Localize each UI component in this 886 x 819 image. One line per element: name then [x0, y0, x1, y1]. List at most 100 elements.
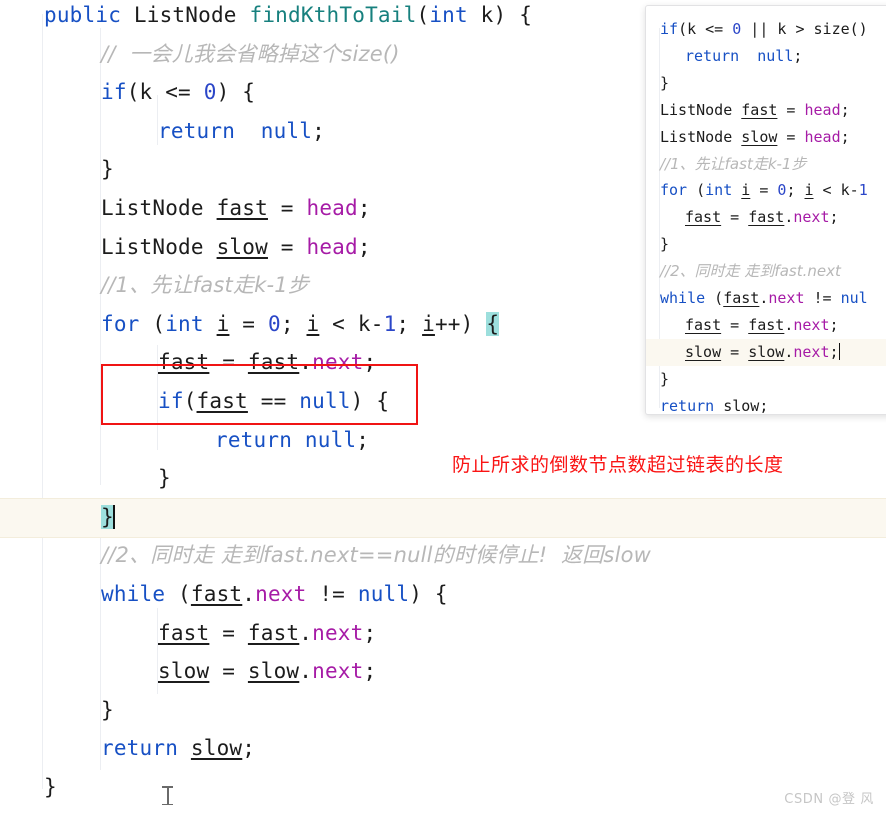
- code-line[interactable]: }: [0, 768, 886, 806]
- code-token: ;: [396, 311, 423, 336]
- code-token: ListNode: [660, 127, 742, 146]
- code-token: fast: [158, 620, 210, 645]
- code-token: i: [216, 311, 230, 336]
- code-token: return: [685, 46, 740, 65]
- code-token: (: [139, 311, 166, 336]
- code-token: ListNode: [101, 234, 217, 259]
- code-token: 1: [383, 311, 397, 336]
- code-token: for: [660, 181, 688, 200]
- code-token: return: [660, 396, 715, 415]
- code-line[interactable]: if(k <= 0 || k > size(): [646, 16, 886, 43]
- code-token: next: [768, 289, 805, 307]
- code-token: for: [101, 311, 140, 336]
- code-line[interactable]: for (int i = 0; i < k-1: [646, 177, 886, 204]
- code-line[interactable]: //2、同时走 走到fast.next: [646, 258, 886, 285]
- code-token: if: [101, 80, 127, 105]
- code-token: findKthToTail: [249, 3, 417, 27]
- code-token: || k > size(): [741, 20, 868, 38]
- code-token: i: [741, 181, 751, 200]
- code-line[interactable]: }: [646, 70, 886, 97]
- code-line[interactable]: fast = fast.next;: [646, 204, 886, 231]
- code-line[interactable]: //1、先让fast走k-1步: [646, 151, 886, 178]
- code-token: ;: [356, 427, 370, 452]
- code-token: =: [721, 315, 749, 334]
- csdn-watermark: CSDN @登 风: [784, 792, 874, 807]
- code-token: return: [101, 736, 179, 761]
- code-token: .: [299, 620, 313, 645]
- code-token: ;: [312, 118, 325, 143]
- code-line[interactable]: fast = fast.next;: [646, 312, 886, 339]
- code-token: ++): [434, 311, 487, 336]
- code-token: int: [705, 181, 733, 200]
- code-token: //1、先让fast走k-1步: [101, 273, 310, 298]
- code-token: }: [101, 697, 114, 722]
- code-line[interactable]: //2、同时走 走到fast.next==null的时候停止! 返回slow: [0, 536, 886, 574]
- code-line[interactable]: }: [646, 231, 886, 258]
- code-line[interactable]: }: [646, 366, 886, 393]
- code-token: if: [660, 20, 679, 38]
- code-token: fast: [685, 208, 722, 227]
- code-line[interactable]: ListNode fast = head;: [646, 97, 886, 124]
- code-token: =: [721, 208, 749, 227]
- code-token: public: [44, 3, 122, 27]
- code-token: (k <=: [678, 20, 733, 38]
- code-token: ;: [242, 736, 256, 761]
- code-line[interactable]: fast = fast.next;: [0, 614, 886, 652]
- code-token: =: [750, 181, 778, 200]
- code-line[interactable]: ListNode slow = head;: [646, 124, 886, 151]
- code-token: // 一会儿我会省略掉这个size(): [101, 41, 400, 66]
- code-token: !=: [804, 289, 841, 307]
- red-annotation-box: [101, 364, 418, 425]
- code-token: while: [660, 289, 706, 307]
- code-token: 0: [267, 311, 281, 336]
- code-line[interactable]: return slow;: [646, 393, 886, 415]
- code-token: null: [757, 46, 794, 65]
- code-token: ;: [363, 659, 377, 684]
- code-line[interactable]: return null;: [646, 43, 886, 70]
- code-token: ;: [363, 620, 377, 645]
- code-token: nul: [840, 289, 868, 307]
- code-token: next: [793, 208, 830, 227]
- code-token: head: [306, 196, 358, 220]
- code-token: return: [158, 118, 236, 143]
- code-token: slow: [685, 342, 722, 361]
- code-line[interactable]: }: [0, 691, 886, 729]
- code-token: int: [165, 311, 204, 336]
- code-token: k) {: [467, 3, 533, 27]
- code-token: .: [242, 582, 256, 606]
- code-token: .: [299, 659, 313, 684]
- code-line[interactable]: slow = slow.next;: [0, 652, 886, 690]
- code-line[interactable]: }: [0, 498, 886, 536]
- screenshot-root: public ListNode findKthToTail(int k) {//…: [0, 0, 886, 819]
- code-token: null: [260, 118, 313, 143]
- code-token: (k <=: [126, 80, 204, 105]
- code-token: ;: [280, 311, 307, 336]
- code-line[interactable]: while (fast.next != nul: [646, 285, 886, 312]
- code-token: (: [416, 3, 430, 27]
- code-token: //2、同时走 走到fast.next==null的时候停止! 返回slow: [101, 543, 652, 568]
- code-token: ;: [759, 396, 769, 415]
- code-token: ;: [357, 196, 371, 220]
- code-token: head: [306, 234, 358, 259]
- code-token: =: [267, 196, 307, 220]
- code-token: < k-: [319, 311, 384, 336]
- code-token: next: [255, 582, 307, 606]
- code-token: ;: [829, 342, 839, 361]
- code-token: null: [304, 427, 357, 452]
- code-token: {: [486, 311, 500, 336]
- reference-code-popup[interactable]: if(k <= 0 || k > size() return null;} List…: [645, 5, 886, 415]
- code-token: fast: [748, 208, 785, 227]
- code-line[interactable]: return slow;: [0, 729, 886, 767]
- code-token: }: [101, 157, 114, 182]
- code-token: (: [687, 181, 706, 200]
- code-token: =: [721, 342, 749, 361]
- code-token: (: [165, 582, 191, 606]
- code-token: ;: [840, 127, 850, 146]
- code-line[interactable]: while (fast.next != null) {: [0, 575, 886, 613]
- code-line[interactable]: slow = slow.next;: [646, 339, 886, 366]
